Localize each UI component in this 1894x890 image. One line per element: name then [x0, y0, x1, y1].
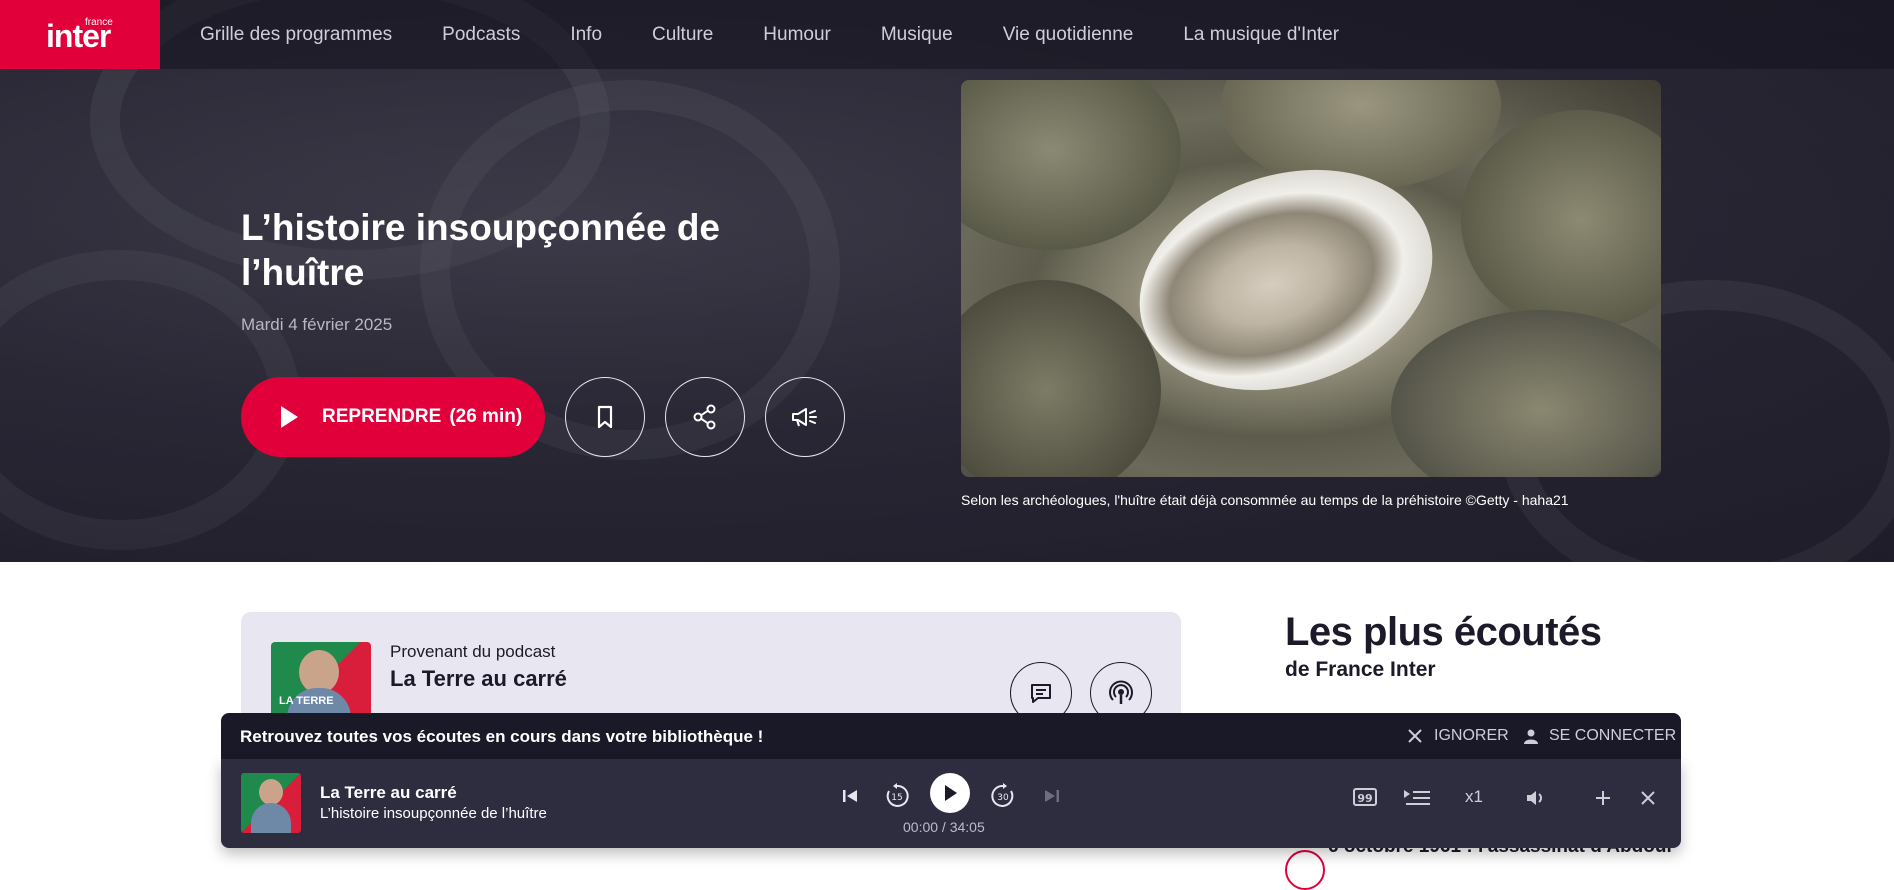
oyster-shell: [961, 80, 1181, 250]
top-navigation: france inter Grille des programmes Podca…: [0, 0, 1894, 69]
nav-item-humour[interactable]: Humour: [763, 24, 831, 46]
france-inter-logo[interactable]: france inter: [0, 0, 160, 69]
podcast-thumb-text: LA TERRE: [279, 695, 334, 707]
player-thumbnail[interactable]: [241, 773, 301, 833]
play-icon: [281, 406, 298, 428]
play-icon: [945, 785, 957, 801]
podcast-from-label: Provenant du podcast: [390, 642, 556, 661]
episode-title: L’histoire insoupçonnée de l’huître: [241, 207, 721, 293]
close-icon: [1641, 791, 1655, 805]
queue-button[interactable]: [1400, 783, 1434, 813]
podcast-card: LA TERRE Provenant du podcast La Terre a…: [241, 612, 1181, 722]
next-button[interactable]: [1037, 781, 1067, 811]
quote-icon: 99: [1353, 788, 1377, 806]
rewind-15-icon: 15: [886, 783, 909, 807]
comment-icon: [1031, 684, 1051, 703]
rewind-15-button[interactable]: 15: [880, 779, 914, 813]
share-icon: [693, 404, 716, 430]
queue-list-icon: [1404, 790, 1430, 805]
nav-item-podcasts[interactable]: Podcasts: [442, 24, 520, 46]
login-button[interactable]: SE CONNECTER: [1523, 727, 1676, 745]
playback-speed[interactable]: x1: [1465, 787, 1483, 807]
nav-item-musique-inter[interactable]: La musique d'Inter: [1183, 24, 1339, 46]
oyster-shell: [961, 280, 1161, 477]
oyster-shell: [1461, 110, 1661, 330]
most-listened-subtitle: de France Inter: [1285, 658, 1436, 681]
skip-previous-icon: [843, 790, 857, 802]
oyster-shell: [1391, 310, 1661, 477]
rewind-15-label: 15: [891, 793, 902, 803]
player-title[interactable]: La Terre au carré: [320, 783, 457, 803]
ignore-button[interactable]: IGNORER: [1406, 727, 1509, 745]
announce-button[interactable]: [765, 377, 845, 457]
volume-icon: [1527, 791, 1542, 805]
volume-button[interactable]: [1521, 783, 1551, 813]
megaphone-icon: [792, 408, 817, 427]
podcast-name[interactable]: La Terre au carré: [390, 666, 567, 692]
library-notice-text: Retrouvez toutes vos écoutes en cours da…: [240, 727, 764, 746]
forward-30-icon: 30: [991, 783, 1014, 807]
most-listened-title: Les plus écoutés: [1285, 610, 1602, 654]
close-player-button[interactable]: [1633, 783, 1663, 813]
close-icon: [1408, 729, 1422, 743]
host-body: [251, 803, 291, 833]
bookmark-button[interactable]: [565, 377, 645, 457]
player-subtitle[interactable]: L’histoire insoupçonnée de l’huître: [320, 805, 547, 822]
login-label: SE CONNECTER: [1549, 727, 1677, 744]
expand-icon: [1596, 791, 1610, 805]
play-button[interactable]: [930, 773, 970, 813]
logo-name: inter: [46, 18, 111, 54]
podcast-broadcast-icon: [1109, 680, 1133, 704]
svg-text:99: 99: [1357, 792, 1372, 805]
episode-image: [961, 80, 1661, 477]
ignore-label: IGNORER: [1434, 727, 1509, 744]
forward-30-button[interactable]: 30: [986, 779, 1020, 813]
episode-hero: france inter Grille des programmes Podca…: [0, 0, 1894, 562]
share-button[interactable]: [665, 377, 745, 457]
image-caption: Selon les archéologues, l'huître était d…: [961, 492, 1569, 508]
expand-player-button[interactable]: [1588, 783, 1618, 813]
nav-item-musique[interactable]: Musique: [881, 24, 953, 46]
library-notice-bar: Retrouvez toutes vos écoutes en cours da…: [221, 713, 1681, 759]
host-face: [259, 779, 283, 805]
bookmark-icon: [597, 405, 613, 429]
resume-label: REPRENDRE: [322, 406, 442, 427]
nav-item-culture[interactable]: Culture: [652, 24, 713, 46]
podcast-thumbnail[interactable]: LA TERRE: [271, 642, 371, 722]
transcript-button[interactable]: 99: [1350, 783, 1380, 813]
oyster-shell: [1221, 80, 1501, 190]
skip-next-icon: [1045, 790, 1059, 802]
main-nav: Grille des programmes Podcasts Info Cult…: [200, 0, 1389, 69]
episode-date: Mardi 4 février 2025: [241, 315, 393, 334]
nav-item-info[interactable]: Info: [570, 24, 602, 46]
user-icon: [1524, 729, 1538, 744]
resume-button[interactable]: REPRENDRE (26 min): [241, 377, 545, 457]
nav-item-vie-quotidienne[interactable]: Vie quotidienne: [1003, 24, 1134, 46]
resume-duration: (26 min): [449, 406, 523, 427]
nav-item-grille[interactable]: Grille des programmes: [200, 24, 392, 46]
most-listened-item-icon[interactable]: [1285, 850, 1325, 890]
audio-player: La Terre au carré L’histoire insoupçonné…: [221, 759, 1681, 848]
previous-button[interactable]: [835, 781, 865, 811]
forward-30-label: 30: [997, 793, 1009, 803]
playback-time: 00:00 / 34:05: [903, 819, 985, 835]
